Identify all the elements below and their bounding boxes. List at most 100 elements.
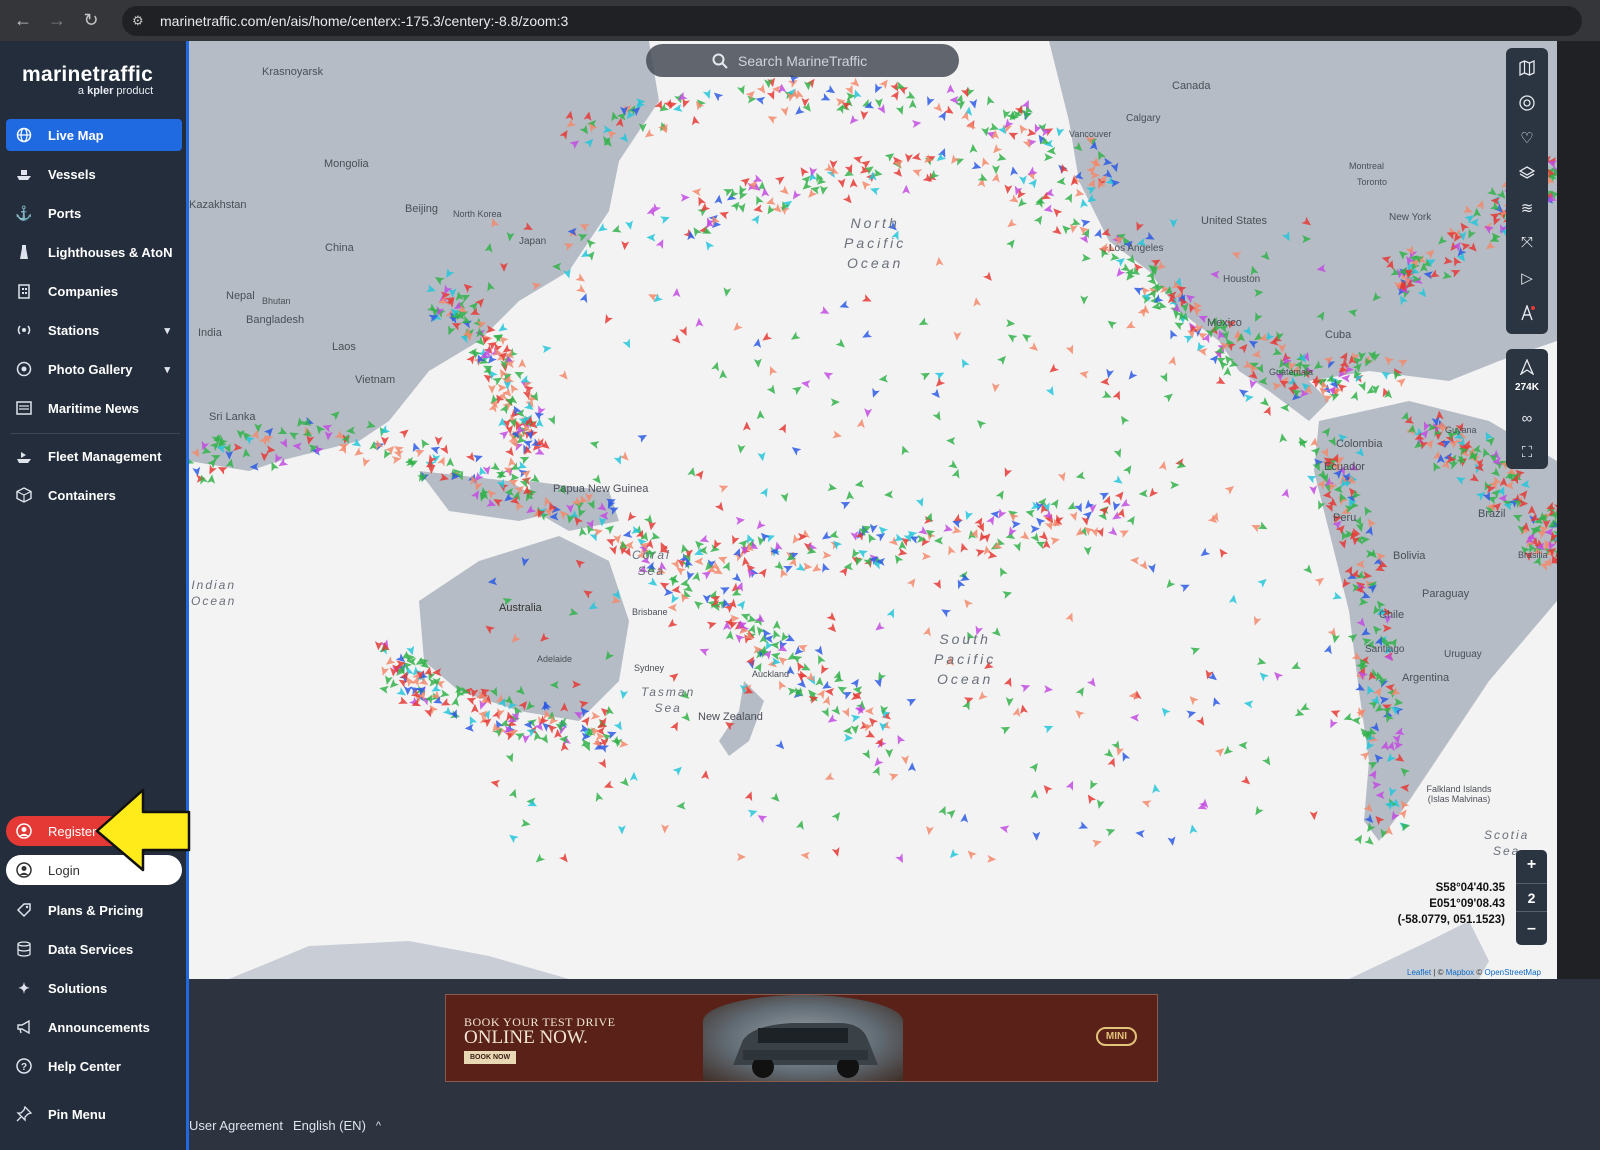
vessel-marker[interactable]: [995, 488, 1007, 501]
vessel-marker[interactable]: [379, 684, 389, 694]
vessel-marker[interactable]: [1016, 122, 1028, 135]
vessel-marker[interactable]: [894, 733, 906, 745]
vessel-marker[interactable]: [397, 696, 409, 707]
vessel-marker[interactable]: [976, 522, 988, 533]
sidebar-item-help-center[interactable]: ? Help Center: [6, 1050, 182, 1082]
vessel-marker[interactable]: [911, 166, 923, 177]
vessel-marker[interactable]: [972, 297, 982, 307]
vessel-marker[interactable]: [960, 813, 969, 823]
vessel-marker[interactable]: [593, 791, 604, 802]
vessel-marker[interactable]: [753, 204, 763, 215]
vessel-marker[interactable]: [754, 519, 766, 532]
vessel-marker[interactable]: [1105, 317, 1118, 330]
vessel-marker[interactable]: [1124, 320, 1136, 332]
vessel-marker[interactable]: [820, 92, 832, 104]
vessel-marker[interactable]: [840, 498, 852, 510]
vessel-marker[interactable]: [925, 825, 934, 836]
vessel-marker[interactable]: [895, 853, 906, 865]
vessel-marker[interactable]: [984, 95, 995, 106]
vessel-marker[interactable]: [856, 418, 866, 429]
vessel-marker[interactable]: [1147, 563, 1158, 574]
vessel-marker[interactable]: [1046, 146, 1057, 156]
vessel-marker[interactable]: [1043, 204, 1054, 215]
vessel-marker[interactable]: [945, 544, 956, 556]
vessel-marker[interactable]: [1358, 381, 1369, 392]
vessel-marker[interactable]: [1038, 530, 1051, 543]
vessel-marker[interactable]: [716, 554, 728, 565]
vessel-marker[interactable]: [736, 598, 748, 611]
vessel-marker[interactable]: [825, 84, 837, 97]
vessel-marker[interactable]: [667, 603, 677, 612]
vessel-marker[interactable]: [661, 824, 670, 834]
vessel-marker[interactable]: [694, 468, 707, 481]
vessel-marker[interactable]: [824, 687, 835, 696]
vessel-marker[interactable]: [1158, 460, 1169, 471]
vessel-marker[interactable]: [745, 654, 757, 667]
vessel-marker[interactable]: [872, 765, 883, 777]
site-settings-icon[interactable]: ⚙: [132, 13, 154, 29]
vessel-marker[interactable]: [684, 570, 695, 582]
vessel-marker[interactable]: [819, 562, 830, 573]
vessel-marker[interactable]: [1257, 670, 1269, 682]
vessel-marker[interactable]: [539, 733, 552, 746]
vessel-marker[interactable]: [1099, 504, 1111, 517]
vessel-marker[interactable]: [1351, 716, 1361, 725]
vessel-marker[interactable]: [871, 756, 884, 769]
vessel-marker[interactable]: [622, 338, 634, 351]
vessel-marker[interactable]: [902, 184, 911, 194]
vessel-marker[interactable]: [780, 492, 790, 503]
vessel-marker[interactable]: [1080, 217, 1092, 228]
vessel-marker[interactable]: [864, 707, 874, 716]
vessel-marker[interactable]: [873, 621, 885, 634]
vessel-marker[interactable]: [1094, 228, 1104, 239]
fullscreen-icon[interactable]: ⛶: [1506, 435, 1548, 470]
sidebar-item-solutions[interactable]: ✦ Solutions: [6, 972, 182, 1004]
vessel-marker[interactable]: [666, 618, 678, 631]
vessel-marker[interactable]: [672, 764, 685, 776]
vessel-marker[interactable]: [791, 383, 804, 395]
route-icon[interactable]: [1506, 295, 1548, 330]
osm-link[interactable]: OpenStreetMap: [1485, 968, 1541, 977]
vessel-marker[interactable]: [1119, 527, 1131, 538]
vessel-marker[interactable]: [1050, 535, 1060, 546]
vessel-marker[interactable]: [1238, 741, 1248, 750]
vessel-marker[interactable]: [735, 516, 746, 525]
vessel-marker[interactable]: [869, 185, 880, 196]
vessel-marker[interactable]: [611, 224, 622, 235]
vessel-marker[interactable]: [991, 382, 1000, 393]
vessel-marker[interactable]: [1130, 713, 1140, 722]
vessel-marker[interactable]: [934, 369, 947, 381]
vessel-marker[interactable]: [1006, 331, 1018, 343]
vessel-marker[interactable]: [1107, 526, 1120, 539]
vessel-marker[interactable]: [1081, 515, 1091, 526]
vessel-marker[interactable]: [830, 538, 843, 550]
vessel-marker[interactable]: [822, 550, 832, 560]
play-icon[interactable]: ▷: [1506, 260, 1548, 295]
mapbox-link[interactable]: Mapbox: [1446, 968, 1474, 977]
vessel-marker[interactable]: [619, 776, 632, 789]
vessel-marker[interactable]: [650, 531, 661, 542]
vessel-marker[interactable]: [737, 203, 748, 213]
vessel-marker[interactable]: [523, 720, 533, 729]
logo[interactable]: marinetraffic a kpler product: [22, 63, 153, 97]
vessel-marker[interactable]: [679, 326, 690, 338]
vessel-marker[interactable]: [1342, 712, 1354, 724]
vessel-marker[interactable]: [1190, 645, 1201, 656]
vessel-marker[interactable]: [745, 88, 758, 101]
vessel-marker[interactable]: [946, 807, 958, 819]
vessel-marker[interactable]: [439, 444, 452, 456]
vessel-marker[interactable]: [1118, 414, 1130, 426]
vessel-marker[interactable]: [1105, 826, 1117, 837]
vessel-marker[interactable]: [961, 597, 974, 609]
vessel-marker[interactable]: [1095, 799, 1105, 810]
vessel-marker[interactable]: [854, 479, 865, 489]
sidebar-item-live-map[interactable]: Live Map: [6, 119, 182, 151]
vessel-marker[interactable]: [933, 536, 944, 545]
vessel-marker[interactable]: [958, 357, 970, 369]
vessel-marker[interactable]: [547, 414, 559, 426]
vessel-marker[interactable]: [1100, 377, 1110, 386]
vessel-marker[interactable]: [730, 199, 743, 212]
vessel-marker[interactable]: [535, 418, 544, 428]
vessel-marker[interactable]: [863, 408, 873, 418]
vessel-marker[interactable]: [789, 331, 801, 343]
